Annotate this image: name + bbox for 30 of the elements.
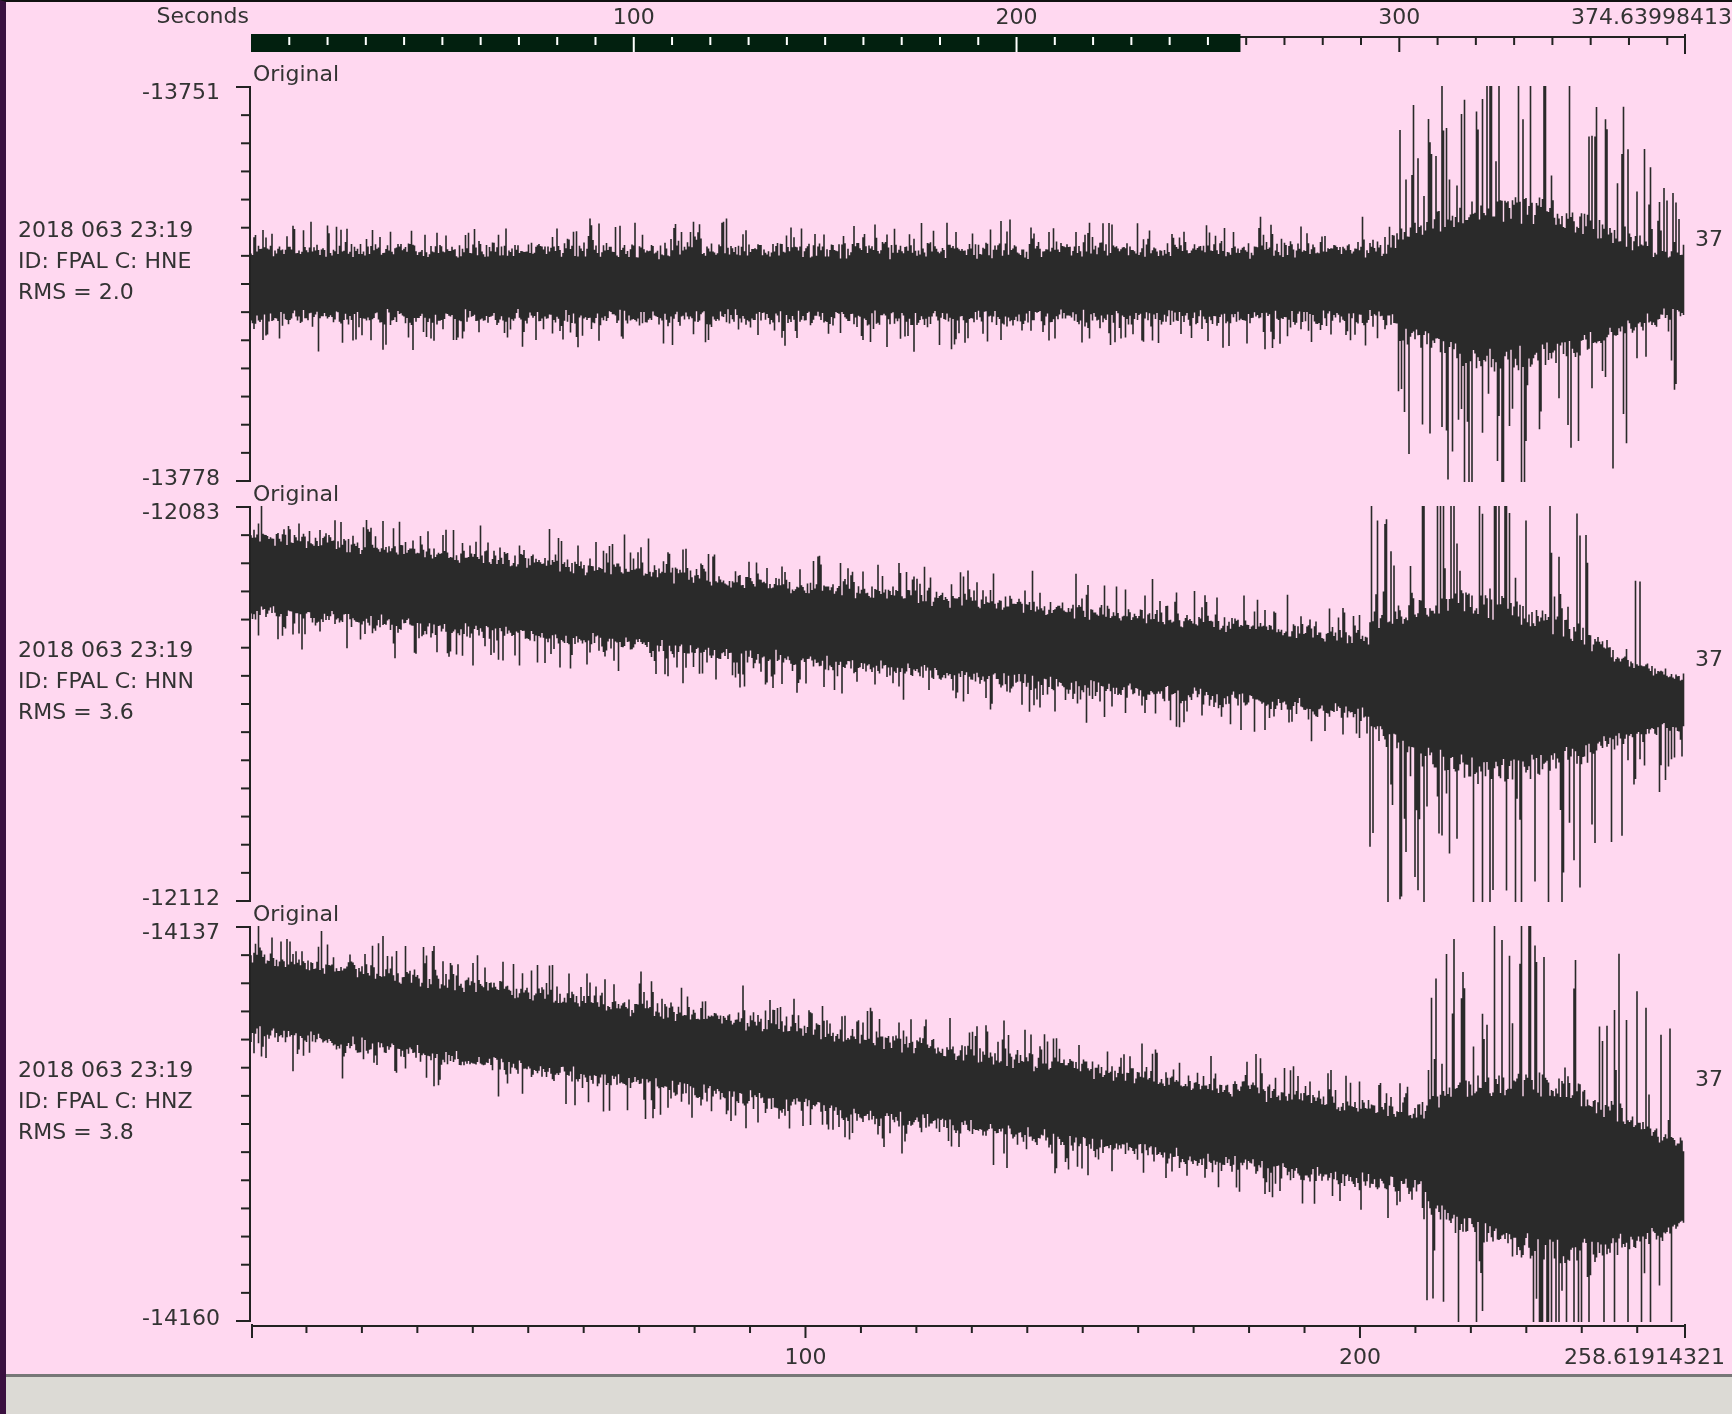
amplitude-min-label: -14160 xyxy=(142,1306,221,1330)
trace-rms: RMS = 2.0 xyxy=(18,278,135,306)
time-tick-label: 200 xyxy=(1338,1344,1381,1370)
trace-timestamp: 2018 063 23:19 xyxy=(18,216,195,244)
trace-label: Original xyxy=(252,482,340,506)
seconds-label: Seconds xyxy=(156,2,249,30)
trace-station-id: ID: FPAL C: HNE xyxy=(18,247,193,275)
trace-end-label: 37 xyxy=(1695,1065,1723,1093)
trace-timestamp: 2018 063 23:19 xyxy=(18,636,195,664)
amplitude-max-label: -13751 xyxy=(142,80,221,104)
trace-station-id: ID: FPAL C: HNZ xyxy=(18,1087,194,1115)
axis-tick-label: 374.63998413 xyxy=(1571,4,1732,30)
selection-bar[interactable] xyxy=(251,34,1241,52)
time-tick-label: 258.61914321 xyxy=(1564,1344,1725,1370)
trace-end-label: 37 xyxy=(1695,645,1723,673)
trace-rms: RMS = 3.8 xyxy=(18,1118,135,1146)
axis-tick-label: 300 xyxy=(1378,4,1421,30)
axis-tick-label: 200 xyxy=(995,4,1038,30)
trace-station-id: ID: FPAL C: HNN xyxy=(18,667,195,695)
amplitude-min-label: -13778 xyxy=(142,466,221,490)
amplitude-max-label: -12083 xyxy=(142,500,221,524)
time-tick-label: 100 xyxy=(784,1344,827,1370)
trace-label: Original xyxy=(252,62,340,86)
trace-end-label: 37 xyxy=(1695,225,1723,253)
trace-label: Original xyxy=(252,902,340,926)
amplitude-min-label: -12112 xyxy=(142,886,221,910)
trace-rms: RMS = 3.6 xyxy=(18,698,135,726)
amplitude-max-label: -14137 xyxy=(142,920,221,944)
axis-tick-label: 100 xyxy=(612,4,655,30)
trace-timestamp: 2018 063 23:19 xyxy=(18,1056,195,1084)
